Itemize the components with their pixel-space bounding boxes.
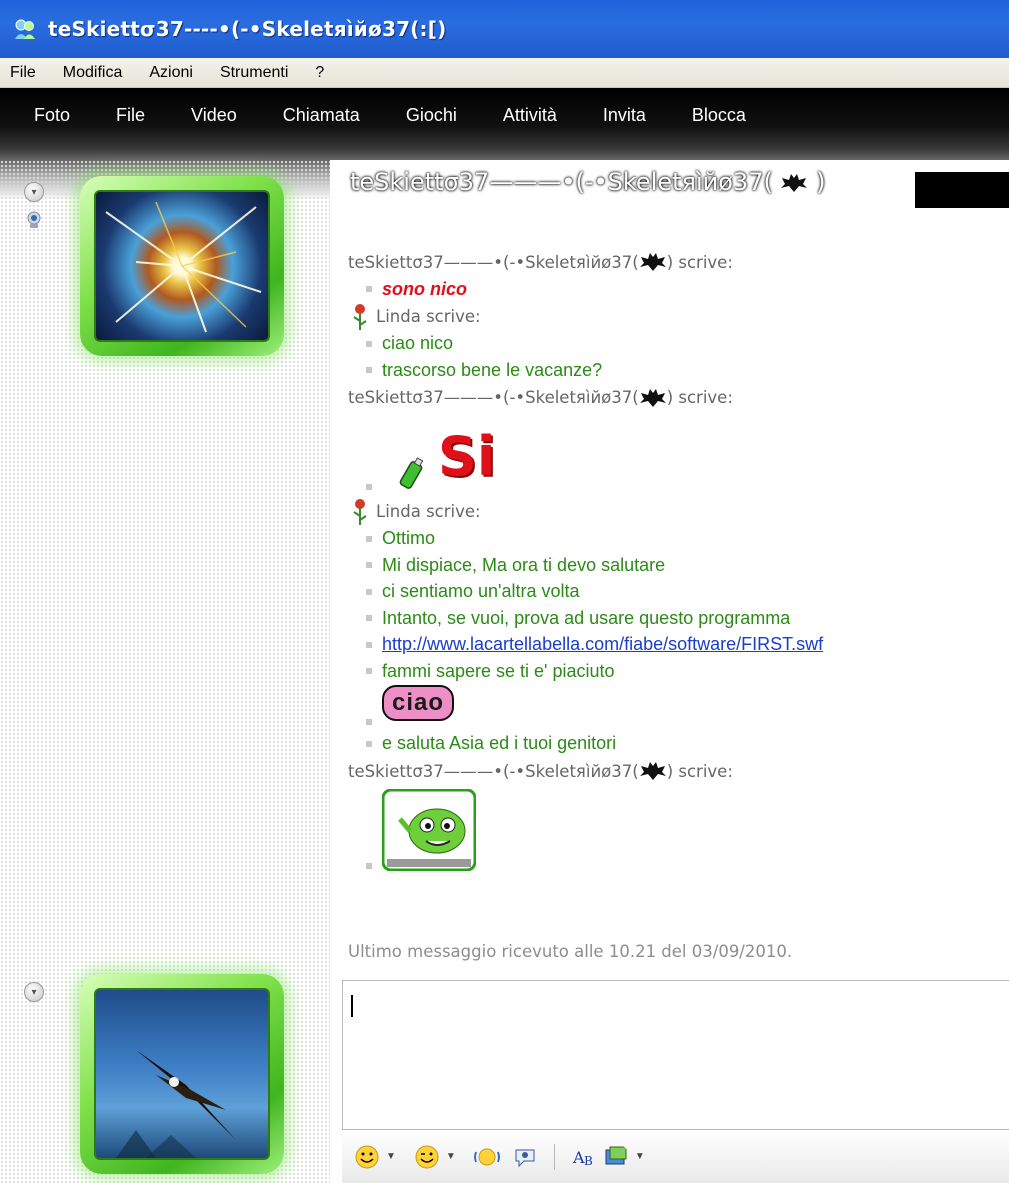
message-line: Si	[348, 412, 1008, 498]
toolbar-foto-button[interactable]: Foto	[34, 105, 70, 126]
message-line: http://www.lacartellabella.com/fiabe/sof…	[348, 632, 1008, 659]
chevron-down-icon[interactable]: ▼	[446, 1151, 456, 1162]
chevron-down-icon[interactable]: ▼	[635, 1151, 645, 1162]
toolbar-video-button[interactable]: Video	[191, 105, 237, 126]
message-line: Intanto, se vuoi, prova ad usare questo …	[348, 605, 1008, 632]
background-icon[interactable]	[603, 1144, 629, 1170]
bat-emoticon	[639, 253, 666, 271]
message-line: ciao	[348, 684, 1008, 731]
toolbar-chiamata-button[interactable]: Chiamata	[283, 105, 360, 126]
menu-bar: File Modifica Azioni Strumenti ?	[0, 58, 1009, 88]
sender-header: teSkiettσ37———•(-•Skeletяìйø37( ) scrive…	[348, 761, 733, 781]
message-line: Ottimo	[348, 526, 1008, 553]
svg-text:B: B	[584, 1154, 593, 1168]
menu-file[interactable]: File	[10, 64, 36, 82]
webcam-icon[interactable]	[24, 210, 44, 230]
nudge-icon[interactable]	[473, 1144, 500, 1170]
bat-emoticon	[781, 174, 808, 192]
toolbar-blocca-button[interactable]: Blocca	[692, 105, 746, 126]
bat-emoticon	[639, 388, 666, 407]
message-line: e saluta Asia ed i tuoi genitori	[348, 731, 1008, 758]
message-line: ciao nico	[348, 331, 1008, 358]
compose-toolbar: ▼ ▼ AB ▼	[342, 1130, 1009, 1183]
sender-header: teSkiettσ37———•(-•Skeletяìйø37( ) scrive…	[348, 252, 733, 272]
rose-icon	[353, 303, 367, 330]
contact-avatar-image	[94, 190, 270, 342]
last-message-status: Ultimo messaggio ricevuto alle 10.21 del…	[348, 942, 793, 961]
menu-help[interactable]: ?	[315, 64, 324, 82]
sender-header: Linda scrive:	[348, 303, 1008, 331]
voice-clip-icon[interactable]	[512, 1144, 538, 1170]
message-line	[348, 785, 1008, 875]
window-title: teSkiettσ37----•(-•Skeletяìйø37(:[)	[48, 17, 447, 41]
wink-icon[interactable]	[414, 1144, 440, 1170]
toolbar-attivita-button[interactable]: Attività	[503, 105, 557, 126]
avatar-column: ▾ ▾	[0, 160, 330, 1183]
conversation-panel: teSkiettσ37———•(-•Skeletяìйø37( ) teSkie…	[330, 160, 1009, 980]
message-line: fammi sapere se ti e' piaciuto	[348, 658, 1008, 685]
toolbar-invita-button[interactable]: Invita	[603, 105, 646, 126]
contact-display-name: teSkiettσ37———•(-•Skeletяìйø37( )	[350, 168, 826, 196]
menu-modifica[interactable]: Modifica	[63, 64, 123, 82]
message-line: sono nico	[348, 276, 1008, 303]
my-avatar-image	[94, 988, 270, 1160]
chevron-down-icon[interactable]: ▼	[386, 1151, 396, 1162]
message-history: teSkiettσ37———•(-•Skeletяìйø37( ) scrive…	[348, 248, 1008, 875]
message-input[interactable]	[342, 980, 1009, 1130]
menu-azioni[interactable]: Azioni	[149, 64, 193, 82]
my-avatar[interactable]	[80, 974, 284, 1174]
toolbar-file-button[interactable]: File	[116, 105, 145, 126]
chevron-down-icon: ▾	[31, 186, 37, 198]
msn-icon	[15, 19, 35, 39]
my-panel-toggle-button[interactable]: ▾	[24, 982, 44, 1002]
menu-strumenti[interactable]: Strumenti	[220, 64, 288, 82]
chevron-down-icon: ▾	[31, 986, 37, 998]
bat-emoticon	[639, 762, 666, 780]
contact-avatar[interactable]	[80, 176, 284, 356]
toolbar-giochi-button[interactable]: Giochi	[406, 105, 457, 126]
ciao-sticker: ciao	[382, 684, 455, 721]
sender-header: Linda scrive:	[348, 498, 1008, 526]
spray-can-icon	[399, 456, 424, 489]
program-link[interactable]: http://www.lacartellabella.com/fiabe/sof…	[382, 634, 823, 655]
window-titlebar: teSkiettσ37----•(-•Skeletяìйø37(:[)	[0, 0, 1009, 58]
message-line: Mi dispiace, Ma ora ti devo salutare	[348, 552, 1008, 579]
message-line: trascorso bene le vacanze?	[348, 357, 1008, 384]
contact-panel-toggle-button[interactable]: ▾	[24, 182, 44, 202]
alien-emoticon	[382, 789, 476, 871]
redacted-block	[915, 172, 1009, 208]
font-icon[interactable]: AB	[571, 1144, 597, 1170]
rose-icon	[353, 498, 367, 525]
sender-header: teSkiettσ37———•(-•Skeletяìйø37( ) scrive…	[348, 388, 733, 407]
text-caret	[351, 995, 353, 1017]
smiley-icon[interactable]	[354, 1144, 380, 1170]
message-line: ci sentiamo un'altra volta	[348, 579, 1008, 606]
